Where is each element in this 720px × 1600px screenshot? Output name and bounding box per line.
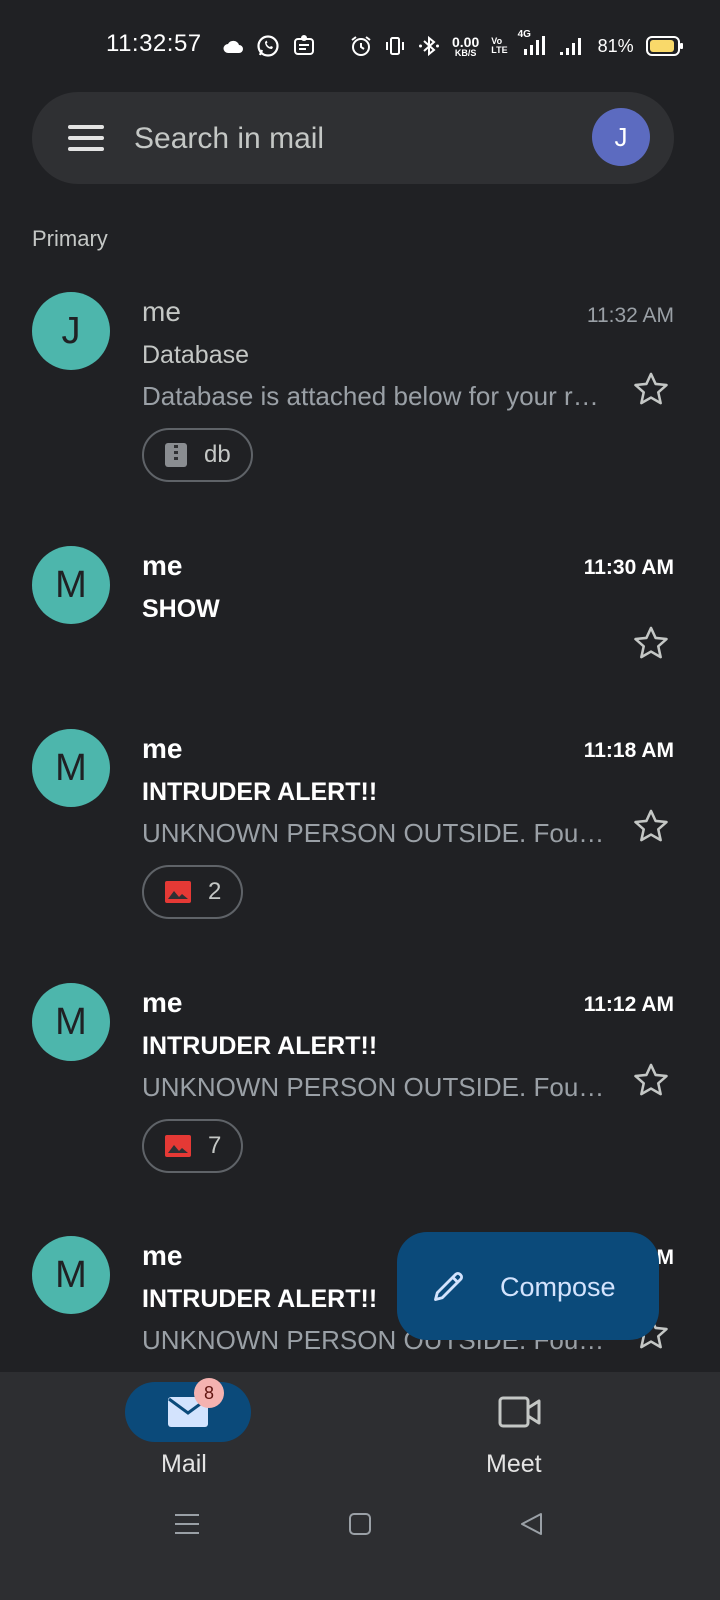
sender-name: me (142, 733, 183, 764)
attachment-chip[interactable]: db (142, 428, 253, 482)
email-subject: Database (142, 341, 250, 369)
battery-percent: 81% (597, 35, 634, 56)
account-avatar[interactable]: J (592, 108, 650, 166)
sender-avatar[interactable]: M (32, 1236, 110, 1314)
attachment-label: db (204, 441, 231, 468)
email-time: 11:12 AM (583, 993, 674, 1016)
battery-icon (645, 35, 684, 57)
image-icon (165, 1135, 191, 1157)
status-bar: 11:32:57 0.00 KB/S Vo LTE 4G 81% (0, 0, 720, 90)
star-icon[interactable] (632, 807, 670, 845)
sender-avatar[interactable]: J (32, 292, 110, 370)
email-snippet: Database is attached below for your revi… (142, 381, 612, 411)
notification-icon (292, 34, 316, 58)
home-icon[interactable] (348, 1512, 372, 1536)
vibrate-icon (384, 35, 406, 57)
nav-label-meet: Meet (486, 1450, 542, 1478)
sender-name: me (142, 550, 183, 581)
whatsapp-icon (256, 34, 280, 58)
search-input[interactable]: Search in mail (134, 122, 324, 156)
sender-name: me (142, 296, 181, 327)
sender-avatar[interactable]: M (32, 983, 110, 1061)
attachment-chip[interactable]: 2 (142, 865, 244, 919)
star-icon[interactable] (632, 624, 670, 662)
email-time: 11:30 AM (583, 556, 674, 579)
email-subject: INTRUDER ALERT!! (142, 1285, 378, 1313)
email-time: 11:18 AM (583, 739, 674, 762)
back-icon[interactable] (519, 1511, 545, 1537)
sender-avatar[interactable]: M (32, 729, 110, 807)
sender-avatar[interactable]: M (32, 546, 110, 624)
unread-badge: 8 (194, 1378, 224, 1408)
star-icon[interactable] (632, 370, 670, 408)
sender-name: me (142, 987, 183, 1018)
cloud-icon (222, 38, 244, 54)
section-label-primary: Primary (32, 226, 108, 251)
zip-file-icon (165, 443, 187, 467)
network-type: 4G (517, 29, 531, 40)
nav-label-mail: Mail (161, 1450, 207, 1478)
signal-icon (558, 35, 586, 57)
email-row[interactable]: J me 11:32 AM Database Database is attac… (0, 276, 720, 506)
volte-indicator: Vo LTE (491, 36, 508, 56)
volte-bottom: LTE (491, 45, 508, 55)
bottom-navigation: 8 Mail Meet (0, 1372, 720, 1492)
star-icon[interactable] (632, 1061, 670, 1099)
bluetooth-icon (418, 35, 440, 57)
alarm-icon (350, 35, 372, 57)
status-time: 11:32:57 (106, 30, 202, 57)
gmail-inbox-screen: 11:32:57 0.00 KB/S Vo LTE 4G 81% Search … (0, 0, 720, 1600)
email-snippet: UNKNOWN PERSON OUTSIDE. Found at the doo… (142, 818, 612, 848)
attachment-label: 2 (208, 878, 222, 905)
video-camera-icon (498, 1396, 541, 1428)
net-speed-value: 0.00 (452, 33, 480, 50)
email-subject: INTRUDER ALERT!! (142, 1032, 378, 1060)
compose-button[interactable]: Compose (397, 1232, 659, 1340)
nav-item-mail[interactable]: 8 Mail (88, 1372, 288, 1492)
pencil-icon (434, 1272, 463, 1301)
email-subject: SHOW (142, 595, 220, 623)
image-icon (165, 881, 191, 903)
sender-name: me (142, 1240, 183, 1271)
search-bar[interactable]: Search in mail J (32, 92, 674, 184)
email-subject: INTRUDER ALERT!! (142, 778, 378, 806)
signal-icon: 4G (518, 29, 546, 57)
email-row[interactable]: M me 11:18 AM INTRUDER ALERT!! UNKNOWN P… (0, 713, 720, 943)
nav-item-meet[interactable]: Meet (428, 1372, 628, 1492)
email-snippet: UNKNOWN PERSON OUTSIDE. Found at the doo… (142, 1072, 612, 1102)
compose-label: Compose (500, 1272, 616, 1302)
net-speed: 0.00 KB/S (452, 35, 479, 58)
system-navigation-bar (0, 1492, 720, 1600)
net-speed-unit: KB/S (454, 47, 477, 58)
attachment-label: 7 (208, 1132, 222, 1159)
status-icons: 0.00 KB/S Vo LTE 4G 81% (222, 29, 684, 62)
email-row[interactable]: M me 11:12 AM INTRUDER ALERT!! UNKNOWN P… (0, 967, 720, 1197)
email-time: 11:32 AM (586, 304, 674, 327)
recents-icon[interactable] (174, 1512, 200, 1536)
menu-icon[interactable] (68, 125, 104, 151)
email-row[interactable]: M me 11:30 AM SHOW (0, 530, 720, 690)
attachment-chip[interactable]: 7 (142, 1119, 244, 1173)
